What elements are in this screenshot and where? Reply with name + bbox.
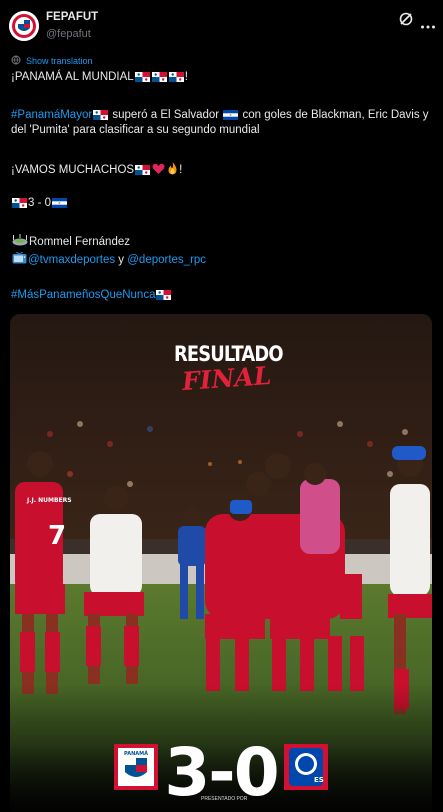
tweet-media-image[interactable]: J.J. NUMBERS 7 PANAMÁ ES RESULTADO FINAL… — [10, 314, 432, 812]
jersey-name: J.J. NUMBERS — [26, 497, 72, 504]
more-icon[interactable] — [420, 17, 436, 29]
mention-link-rpc[interactable]: @deportes_rpc — [127, 254, 206, 266]
presented-by-label: PRESENTADO POR — [201, 796, 248, 802]
panama-flag-icon — [135, 165, 151, 175]
panama-flag-icon — [151, 72, 167, 82]
tweet-commentator-line: Rommel Fernández — [11, 234, 130, 249]
connector-text: y — [115, 253, 128, 266]
tweet-header: FEPAFUT @fepafut — [0, 0, 443, 52]
panama-flag-icon — [156, 290, 172, 300]
tweet-score: 3 - 0 — [28, 197, 52, 209]
tweet-line-1: ¡PANAMÁ AL MUNDIAL ! — [11, 71, 188, 83]
fire-icon — [167, 162, 178, 178]
stadium-icon — [12, 234, 28, 249]
panama-badge-icon: PANAMÁ — [114, 744, 158, 790]
author-name[interactable]: FEPAFUT — [46, 11, 98, 23]
tweet-cheer-end: ! — [179, 164, 183, 176]
commentator-name: Rommel Fernández — [29, 235, 130, 248]
panama-flag-icon — [12, 198, 27, 208]
panama-flag-icon — [134, 72, 150, 82]
el-salvador-badge-icon: ES — [284, 744, 328, 790]
el-salvador-flag-icon — [52, 198, 68, 208]
tweet-body-text: superó a El Salvador — [109, 109, 223, 121]
tv-icon — [12, 251, 27, 267]
tweet-cheer: ¡VAMOS MUCHACHOS — [11, 164, 135, 176]
panama-flag-icon — [93, 109, 109, 120]
tweet-broadcast-line: @tvmaxdeportes y @deportes_rpc — [11, 251, 206, 267]
show-translation-label[interactable]: Show translation — [26, 56, 93, 66]
panama-flag-icon — [168, 72, 184, 82]
el-salvador-flag-icon — [223, 109, 239, 120]
jersey-number: 7 — [48, 521, 66, 551]
tweet-paragraph-2: #PanamáMayor superó a El Salvador con go… — [11, 108, 431, 138]
panama-badge-label: PANAMÁ — [124, 750, 148, 757]
hashtag-link[interactable]: #MásPanameñosQueNunca — [11, 289, 155, 301]
hashtag-link[interactable]: #PanamáMayor — [11, 109, 92, 121]
tweet-line-3: ¡VAMOS MUCHACHOS ! — [11, 162, 182, 178]
show-translation-link[interactable]: Show translation — [11, 54, 93, 68]
globe-icon — [11, 55, 21, 67]
grok-icon[interactable] — [398, 11, 414, 27]
mention-link-tvmax[interactable]: @tvmaxdeportes — [28, 254, 115, 266]
author-handle[interactable]: @fepafut — [46, 28, 91, 40]
salvador-badge-label: ES — [314, 776, 324, 784]
tweet-headline: ¡PANAMÁ AL MUNDIAL — [11, 71, 134, 83]
tweet-score-line: 3 - 0 — [11, 197, 68, 209]
tweet-hashtag-line: #MásPanameñosQueNunca — [11, 289, 172, 301]
tweet-headline-end: ! — [184, 71, 188, 83]
result-final-title: FINAL — [181, 360, 273, 397]
avatar[interactable] — [9, 11, 39, 41]
heart-icon — [152, 163, 165, 178]
